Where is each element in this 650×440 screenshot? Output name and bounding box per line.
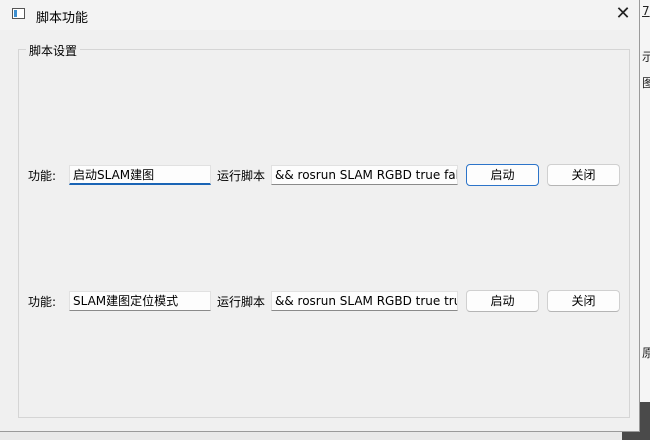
background-text: 原 [642, 346, 650, 360]
script-input[interactable]: && rosrun SLAM RGBD true false [271, 165, 458, 185]
start-button[interactable]: 启动 [466, 290, 539, 312]
script-label: 运行脚本 [217, 295, 266, 309]
group-title: 脚本设置 [26, 42, 81, 59]
title-bar[interactable]: 脚本功能 ✕ [0, 0, 639, 30]
window-icon [12, 8, 25, 19]
close-button[interactable]: 关闭 [547, 164, 620, 186]
function-label: 功能: [28, 169, 57, 183]
background-text: 示 [642, 50, 650, 64]
function-label: 功能: [28, 295, 57, 309]
script-label: 运行脚本 [217, 169, 266, 183]
script-settings-group [18, 49, 630, 418]
background-area [0, 432, 622, 440]
script-input[interactable]: && rosrun SLAM RGBD true true [271, 291, 458, 311]
background-text: 图 [642, 76, 650, 90]
background-text: 7 [642, 4, 650, 18]
background-app [640, 0, 650, 440]
close-icon: ✕ [615, 3, 631, 24]
dialog-window: 脚本功能 ✕ 脚本设置 功能: 启动SLAM建图 运行脚本 && rosrun … [0, 0, 640, 432]
function-input[interactable]: SLAM建图定位模式 [69, 291, 211, 311]
close-window-button[interactable]: ✕ [606, 0, 640, 30]
function-input[interactable]: 启动SLAM建图 [69, 165, 211, 185]
close-button[interactable]: 关闭 [547, 290, 620, 312]
window-title: 脚本功能 [36, 11, 89, 26]
start-button[interactable]: 启动 [466, 164, 539, 186]
